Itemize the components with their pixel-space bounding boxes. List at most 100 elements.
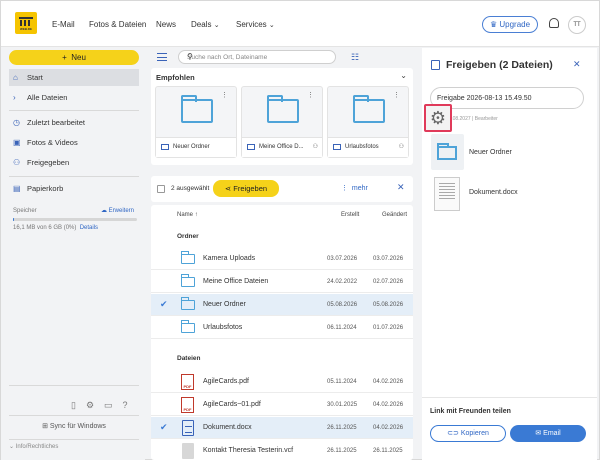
sidebar: + Neu ⌂ Start › Alle Dateien ◷ Zuletzt bear… xyxy=(1,48,145,460)
upgrade-button[interactable]: ♛ Upgrade xyxy=(482,16,538,33)
table-row[interactable]: PDF AgileCards.pdf 05.11.2024 04.02.2026 xyxy=(151,371,413,393)
nav-deals[interactable]: Deals ⌄ xyxy=(191,20,220,29)
link-share-title: Link mit Freunden teilen xyxy=(430,408,511,415)
app-window: WEB.DE E-Mail Fotos & Dateien News Deals… xyxy=(0,0,600,460)
close-icon[interactable]: ✕ xyxy=(397,182,405,193)
expand-storage-link[interactable]: ☁ Erweitern xyxy=(101,207,134,214)
close-icon[interactable]: ✕ xyxy=(573,59,581,70)
table-row[interactable]: ✔ Neuer Ordner 05.08.2026 05.08.2026 xyxy=(151,294,413,316)
mail-icon: ✉ xyxy=(535,430,542,437)
folder-icon xyxy=(180,320,195,333)
more-options-icon[interactable]: ⋮ xyxy=(221,91,228,99)
divider xyxy=(9,110,139,111)
info-legal-link[interactable]: ⌄ Info/Rechtliches xyxy=(9,443,58,450)
table-row[interactable]: Urlaubsfotos 06.11.2024 01.07.2026 xyxy=(151,317,413,339)
search-icon[interactable]: ⚲ xyxy=(187,52,328,61)
sidebar-item-papierkorb[interactable]: ▤ Papierkorb xyxy=(9,180,139,197)
folder-icon xyxy=(266,95,299,123)
checkmark-icon[interactable]: ✔ xyxy=(160,299,168,310)
gear-icon[interactable]: ⚙ xyxy=(86,400,104,410)
divider xyxy=(422,397,597,398)
share-panel: Freigeben (2 Dateien) ✕ Freigabe 2026-08… xyxy=(422,48,597,460)
recommended-tile[interactable]: ⋮ Neuer Ordner xyxy=(155,86,237,158)
share-panel-icon xyxy=(431,60,440,70)
document-file-icon xyxy=(182,420,194,436)
column-modified[interactable]: Geändert xyxy=(382,212,407,218)
more-button[interactable]: ⋮ mehr xyxy=(341,184,368,192)
table-row[interactable]: Kamera Uploads 03.07.2026 03.07.2026 xyxy=(151,248,413,270)
shared-item-name: Neuer Ordner xyxy=(469,149,512,156)
file-list: Name ↑ Erstellt Geändert Ordner Kamera U… xyxy=(151,205,413,460)
column-created[interactable]: Erstellt xyxy=(341,212,359,218)
plus-icon: + xyxy=(62,53,67,62)
more-options-icon[interactable]: ⋮ xyxy=(307,91,314,99)
email-button[interactable]: ✉ Email xyxy=(510,425,586,442)
avatar[interactable]: TT xyxy=(568,16,586,34)
selection-bar: 2 ausgewählt ⋖ Freigeben ⋮ mehr ✕ xyxy=(151,176,413,202)
details-link[interactable]: Details xyxy=(80,225,98,231)
sort-up-icon: ↑ xyxy=(194,212,198,218)
nav-news[interactable]: News xyxy=(156,20,176,29)
sidebar-footer-icons: ▯⚙▭? xyxy=(71,400,138,411)
recommended-tile[interactable]: ⋮ Urlaubsfotos ⚇ xyxy=(327,86,409,158)
table-row[interactable]: ✔ Dokument.docx 26.11.2025 04.02.2026 xyxy=(151,417,413,439)
shared-item-name: Dokument.docx xyxy=(469,189,518,196)
main-content: Suche nach Ort, Dateiname ⚲ ☷ Empfohlen … xyxy=(145,48,419,460)
sidebar-item-freigegeben[interactable]: ⚇ Freigegeben xyxy=(9,154,139,171)
bell-icon[interactable] xyxy=(549,18,559,28)
selection-count: 2 ausgewählt xyxy=(171,185,210,192)
folder-icon xyxy=(437,143,457,160)
panel-title: Freigeben (2 Dateien) xyxy=(446,59,553,71)
checkmark-icon[interactable]: ✔ xyxy=(160,422,168,433)
chevron-down-icon[interactable]: ⌄ xyxy=(400,71,407,80)
sidebar-item-zuletzt[interactable]: ◷ Zuletzt bearbeitet xyxy=(9,114,139,131)
more-options-icon[interactable]: ⋮ xyxy=(393,91,400,99)
share-name-field[interactable]: Freigabe 2026-08-13 15.49.50 xyxy=(430,87,584,109)
shared-item-thumbnail xyxy=(431,134,464,170)
recommended-title: Empfohlen xyxy=(156,73,195,82)
folder-icon xyxy=(333,144,341,150)
pdf-file-icon: PDF xyxy=(181,374,194,390)
recommended-tile[interactable]: ⋮ Meine Office D... ⚇ xyxy=(241,86,323,158)
new-button[interactable]: + Neu xyxy=(9,50,139,65)
select-all-checkbox[interactable] xyxy=(157,185,165,193)
sync-windows-button[interactable]: ⊞ Sync für Windows xyxy=(9,419,139,435)
table-row[interactable]: Meine Office Dateien 24.02.2022 02.07.20… xyxy=(151,271,413,293)
share-button[interactable]: ⋖ Freigeben xyxy=(213,180,279,197)
recommended-section: Empfohlen ⌄ ⋮ Neuer Ordner ⋮ Meine Offic… xyxy=(151,68,413,165)
image-icon: ▣ xyxy=(13,138,21,147)
help-icon[interactable]: ? xyxy=(123,400,138,410)
storage-bar-fill xyxy=(13,218,14,221)
nav-email[interactable]: E-Mail xyxy=(52,20,75,29)
folder-icon xyxy=(161,144,169,150)
search-input[interactable]: Suche nach Ort, Dateiname ⚲ xyxy=(178,50,336,64)
document-thumbnail xyxy=(434,177,460,211)
menu-icon[interactable] xyxy=(157,53,167,61)
divider xyxy=(9,415,139,416)
section-folders: Ordner xyxy=(177,233,199,240)
top-navigation-bar: WEB.DE E-Mail Fotos & Dateien News Deals… xyxy=(1,1,599,47)
nav-services[interactable]: Services ⌄ xyxy=(236,20,275,29)
column-name[interactable]: Name ↑ xyxy=(177,212,198,218)
table-row[interactable]: Kontakt Theresia Testerin.vcf 26.11.2025… xyxy=(151,440,413,460)
nav-fotos-dateien[interactable]: Fotos & Dateien xyxy=(89,20,146,29)
filter-icon[interactable]: ☷ xyxy=(351,52,359,63)
storage-usage: 16,1 MB von 6 GB (0%) Details xyxy=(13,225,99,231)
more-options-icon: ⋮ xyxy=(341,185,348,192)
sidebar-item-start[interactable]: ⌂ Start xyxy=(9,69,139,86)
sidebar-item-alle-dateien[interactable]: › Alle Dateien xyxy=(9,89,139,106)
folder-icon xyxy=(180,95,213,123)
copy-link-button[interactable]: ⊂⊃ Kopieren xyxy=(430,425,506,442)
table-row[interactable]: PDF AgileCards~01.pdf 30.01.2025 04.02.2… xyxy=(151,394,413,416)
webde-logo[interactable]: WEB.DE xyxy=(15,12,37,34)
chevron-down-icon: ⌄ xyxy=(268,22,275,29)
home-icon: ⌂ xyxy=(13,73,18,82)
contact-file-icon xyxy=(182,443,194,459)
clock-icon: ◷ xyxy=(13,118,20,127)
gear-icon[interactable]: ⚙ xyxy=(424,104,452,132)
phone-icon[interactable]: ▯ xyxy=(71,400,86,410)
divider xyxy=(9,439,139,440)
feedback-icon[interactable]: ▭ xyxy=(104,400,123,410)
sidebar-item-fotos[interactable]: ▣ Fotos & Videos xyxy=(9,134,139,151)
windows-icon: ⊞ xyxy=(42,423,48,430)
